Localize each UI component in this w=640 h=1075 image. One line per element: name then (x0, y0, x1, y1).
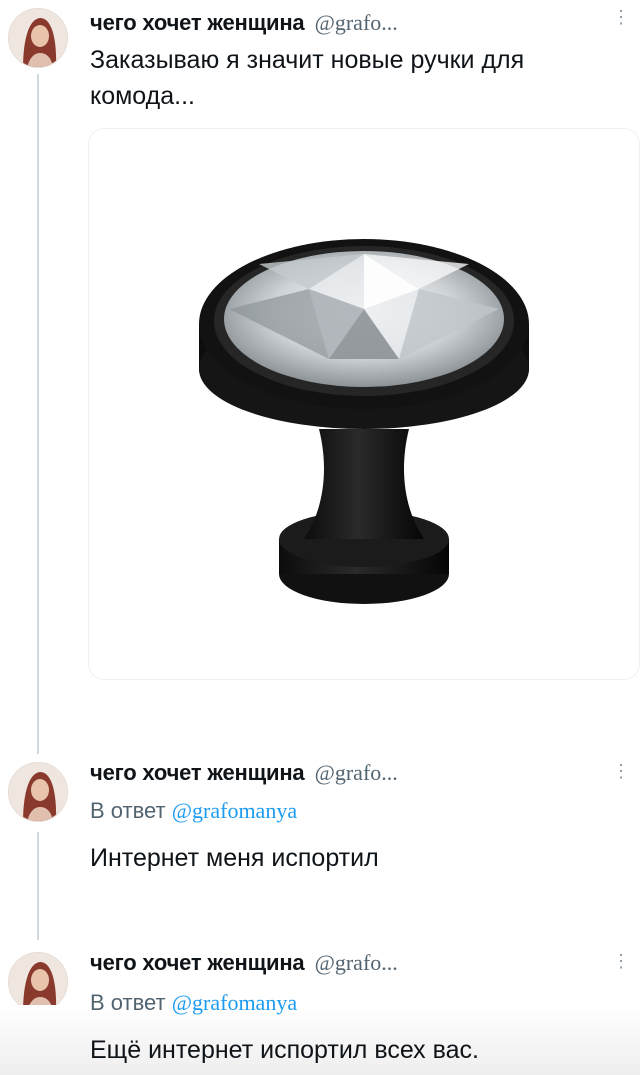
more-options-icon[interactable]: ⋮ (612, 952, 630, 970)
avatar[interactable] (8, 952, 68, 1012)
avatar[interactable] (8, 8, 68, 68)
author-handle[interactable]: @grafo... (315, 10, 398, 35)
reply-prefix: В ответ (90, 990, 166, 1015)
tweet-2[interactable]: чего хочет женщина @grafo... ⋮ В ответ @… (0, 750, 640, 890)
author-name[interactable]: чего хочет женщина (90, 10, 305, 35)
tweet-text: Ещё интернет испортил всех вас. (90, 1036, 479, 1064)
author-name[interactable]: чего хочет женщина (90, 760, 305, 785)
reply-mention[interactable]: @grafomanya (172, 990, 297, 1015)
drawer-knob-image (199, 239, 529, 604)
author-handle[interactable]: @grafo... (315, 950, 398, 975)
tweet-text: Заказываю я значит новые ручки для комод… (90, 46, 525, 110)
author-name[interactable]: чего хочет женщина (90, 950, 305, 975)
reply-context: В ответ @grafomanya (90, 990, 297, 1016)
reply-prefix: В ответ (90, 798, 166, 823)
more-options-icon[interactable]: ⋮ (612, 8, 630, 26)
tweet-1[interactable]: чего хочет женщина @grafo... ⋮ Заказываю… (0, 0, 640, 700)
tweet-text: Интернет меня испортил (90, 844, 379, 872)
tweet-media-image[interactable] (88, 128, 640, 680)
reply-context: В ответ @grafomanya (90, 798, 297, 824)
tweet-3[interactable]: чего хочет женщина @grafo... ⋮ В ответ @… (0, 940, 640, 1075)
tweet-header: чего хочет женщина @grafo... (90, 760, 398, 786)
tweet-header: чего хочет женщина @grafo... (90, 10, 398, 36)
avatar[interactable] (8, 762, 68, 822)
tweet-header: чего хочет женщина @grafo... (90, 950, 398, 976)
author-handle[interactable]: @grafo... (315, 760, 398, 785)
reply-mention[interactable]: @grafomanya (172, 798, 297, 823)
more-options-icon[interactable]: ⋮ (612, 762, 630, 780)
